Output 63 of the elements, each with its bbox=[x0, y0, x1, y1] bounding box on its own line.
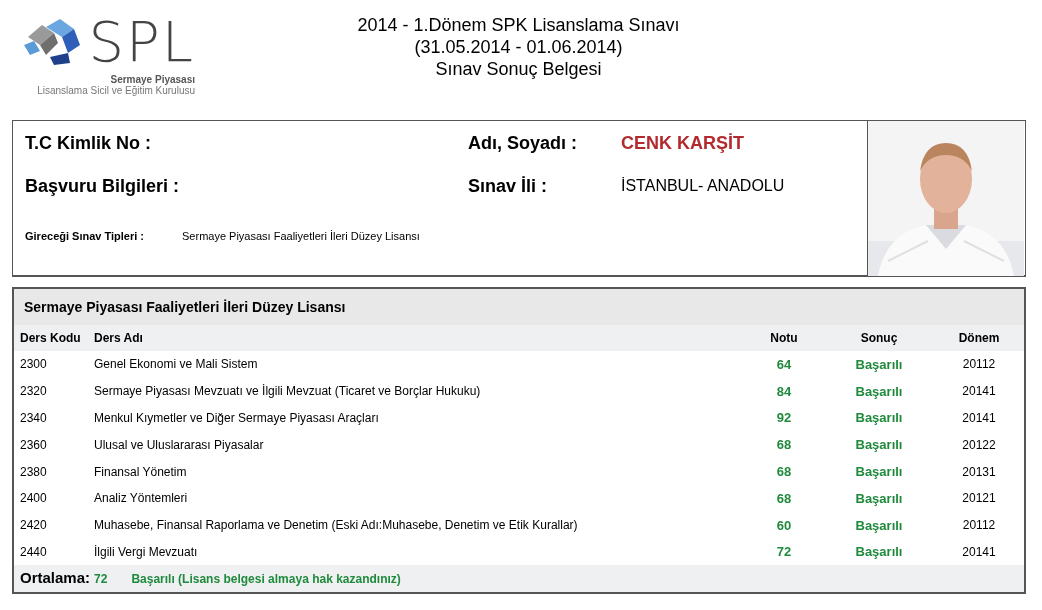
table-cell-text: Finansal Yönetim bbox=[93, 463, 188, 481]
column-header: Sonuç bbox=[824, 325, 934, 351]
table-cell-text: 2320 bbox=[19, 383, 48, 401]
column-header: Ders Adı bbox=[88, 325, 744, 351]
table-cell-text: Başarılı bbox=[854, 489, 904, 508]
field-label: Gireceği Sınav Tipleri : bbox=[25, 230, 144, 242]
table-cell-text: Ulusal ve Uluslararası Piyasalar bbox=[93, 436, 265, 454]
table-cell-text: Sermaye Piyasası Mevzuatı ve İlgili Mevzuat (Ticaret ve Borçlar Hukuku) bbox=[93, 383, 482, 401]
table-cell-text: 68 bbox=[775, 463, 793, 482]
table-cell-text: İlgili Vergi Mevzuatı bbox=[93, 543, 199, 561]
table-cell-text: Başarılı bbox=[854, 436, 904, 455]
table-cell: Başarılı bbox=[824, 351, 934, 378]
logo-tagline: Lisanslama Sicil ve Eğitim Kurulusu bbox=[37, 85, 195, 96]
table-cell-text: 2380 bbox=[19, 463, 48, 481]
table-cell-text: 2400 bbox=[19, 490, 48, 508]
table-cell-text: 20121 bbox=[961, 490, 997, 508]
column-header: Ders Kodu bbox=[14, 325, 88, 351]
table-cell-text: 2340 bbox=[19, 410, 48, 427]
table-cell-text: 20141 bbox=[961, 410, 997, 427]
table-cell-text: 2420 bbox=[19, 517, 48, 535]
average-label: Ortalama: bbox=[20, 569, 91, 587]
table-cell-text: 2440 bbox=[19, 543, 48, 561]
table-cell-text: 68 bbox=[775, 436, 793, 455]
table-cell-text: Menkul Kıymetler ve Diğer Sermaye Piyasası Araçları bbox=[93, 410, 380, 427]
table-cell-text: 20122 bbox=[961, 436, 997, 454]
document-title: 2014 - 1.Dönem SPK Lisanslama Sınavı bbox=[357, 14, 680, 36]
table-cell-text: 20131 bbox=[961, 463, 997, 481]
table-cell: Genel Ekonomi ve Mali Sistem bbox=[88, 351, 744, 378]
table-cell-text: 92 bbox=[775, 409, 793, 428]
table-cell-text: Başarılı bbox=[854, 516, 904, 535]
table-cell-text: 72 bbox=[775, 543, 793, 562]
table-cell-text: 2360 bbox=[19, 436, 48, 454]
document-title: Sınav Sonuç Belgesi bbox=[435, 58, 602, 80]
table-cell-text: 84 bbox=[775, 382, 793, 401]
table-cell-text: Başarılı bbox=[854, 382, 904, 401]
field-label: Başvuru Bilgileri : bbox=[25, 175, 181, 197]
document-title: (31.05.2014 - 01.06.2014) bbox=[414, 36, 623, 58]
exam-city: İSTANBUL- ANADOLU bbox=[621, 177, 786, 195]
column-header: Notu bbox=[744, 325, 824, 351]
field-label: Sınav İli : bbox=[468, 175, 549, 197]
logo-text: SPL bbox=[88, 14, 195, 70]
average-result: Başarılı (Lisans belgesi almaya hak kazandınız) bbox=[131, 572, 401, 587]
table-cell-text: Başarılı bbox=[854, 543, 904, 562]
table-cell-text: Başarılı bbox=[854, 409, 904, 428]
table-cell-text: 20141 bbox=[961, 383, 997, 401]
table-cell-text: 20141 bbox=[961, 543, 997, 561]
column-header: Dönem bbox=[934, 325, 1024, 351]
logo-subtitle: Sermaye Piyasası bbox=[110, 74, 195, 85]
table-cell: 20112 bbox=[934, 351, 1024, 378]
candidate-name: CENK KARŞİT bbox=[621, 132, 745, 154]
table-cell-text: 68 bbox=[775, 489, 793, 508]
table-cell: 64 bbox=[744, 351, 824, 378]
average-value: 72 bbox=[94, 572, 108, 587]
table-cell-text: Analiz Yöntemleri bbox=[93, 490, 189, 508]
table-cell-text: 60 bbox=[775, 516, 793, 535]
field-label: T.C Kimlik No : bbox=[25, 132, 152, 154]
section-title: Sermaye Piyasası Faaliyetleri İleri Düzey Lisansı bbox=[14, 289, 1024, 325]
table-cell-text: Başarılı bbox=[854, 463, 904, 482]
table-cell-text: Muhasebe, Finansal Raporlama ve Denetim (Eski Adı:Muhasebe, Denetim ve Etik Kurallar) bbox=[93, 517, 579, 535]
exam-type: Sermaye Piyasası Faaliyetleri İleri Düzey Lisansı bbox=[182, 230, 420, 242]
field-label: Adı, Soyadı : bbox=[468, 132, 578, 154]
table-cell-text: 20112 bbox=[961, 517, 997, 535]
table-cell: 2300 bbox=[14, 351, 88, 378]
